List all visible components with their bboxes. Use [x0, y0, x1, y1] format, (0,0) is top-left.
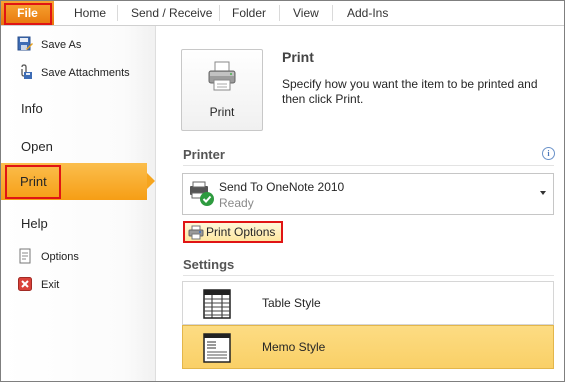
- nav-options[interactable]: Options: [17, 247, 79, 267]
- chevron-down-icon: [540, 191, 546, 195]
- exit-icon: [17, 276, 33, 292]
- memo-style-option[interactable]: Memo Style: [182, 325, 554, 369]
- backstage-nav: Save As Save Attachments Info Open Print…: [1, 26, 156, 381]
- table-style-option[interactable]: Table Style: [182, 281, 554, 325]
- print-options-button[interactable]: Print Options: [183, 221, 283, 243]
- printer-section-heading: Printer: [183, 147, 225, 162]
- nav-help[interactable]: Help: [21, 216, 48, 231]
- save-attachments-icon: [17, 64, 33, 80]
- nav-save-as[interactable]: Save As: [17, 35, 81, 55]
- tab-send-receive[interactable]: Send / Receive: [131, 1, 212, 25]
- table-style-icon: [203, 289, 231, 319]
- printer-dropdown[interactable]: Send To OneNote 2010 Ready: [182, 173, 554, 215]
- settings-section-heading: Settings: [183, 257, 235, 272]
- save-as-icon: [17, 36, 33, 52]
- table-style-label: Table Style: [262, 296, 321, 310]
- nav-options-label: Options: [41, 251, 79, 263]
- tab-add-ins[interactable]: Add-Ins: [347, 1, 388, 25]
- outlook-backstage-window: File Home Send / Receive Folder View Add…: [0, 0, 565, 382]
- tab-separator: [117, 5, 118, 21]
- printer-icon: [206, 60, 238, 95]
- nav-info[interactable]: Info: [21, 101, 43, 116]
- print-description: Specify how you want the item to be prin…: [282, 77, 538, 106]
- tab-view[interactable]: View: [293, 1, 319, 25]
- print-options-label: Print Options: [206, 225, 276, 239]
- printer-name: Send To OneNote 2010: [219, 180, 345, 194]
- nav-exit[interactable]: Exit: [17, 275, 59, 295]
- settings-section-divider: [183, 275, 554, 276]
- print-button-label: Print: [209, 105, 235, 119]
- print-options-icon: [188, 225, 204, 243]
- print-heading: Print: [282, 49, 314, 65]
- nav-print[interactable]: Print: [20, 174, 47, 189]
- print-panel: Print Print Specify how you want the ite…: [156, 26, 564, 381]
- memo-style-label: Memo Style: [262, 340, 326, 354]
- tab-folder[interactable]: Folder: [232, 1, 266, 25]
- nav-save-attachments[interactable]: Save Attachments: [17, 63, 130, 83]
- printer-ready-icon: [188, 180, 216, 211]
- ribbon-tab-bar: File Home Send / Receive Folder View Add…: [1, 1, 564, 26]
- print-button[interactable]: Print: [181, 49, 263, 131]
- tab-separator: [279, 5, 280, 21]
- nav-open[interactable]: Open: [21, 139, 53, 154]
- tab-separator: [219, 5, 220, 21]
- info-icon[interactable]: i: [542, 147, 555, 160]
- options-icon: [17, 248, 33, 264]
- tab-separator: [332, 5, 333, 21]
- printer-status: Ready: [219, 196, 254, 210]
- tab-home[interactable]: Home: [74, 1, 106, 25]
- printer-section-divider: [183, 165, 554, 166]
- file-tab-highlight: [4, 3, 52, 25]
- nav-save-as-label: Save As: [41, 39, 82, 51]
- nav-selection-arrow: [147, 173, 155, 189]
- memo-style-icon: [203, 333, 231, 363]
- nav-exit-label: Exit: [41, 279, 60, 291]
- nav-save-attachments-label: Save Attachments: [41, 67, 130, 79]
